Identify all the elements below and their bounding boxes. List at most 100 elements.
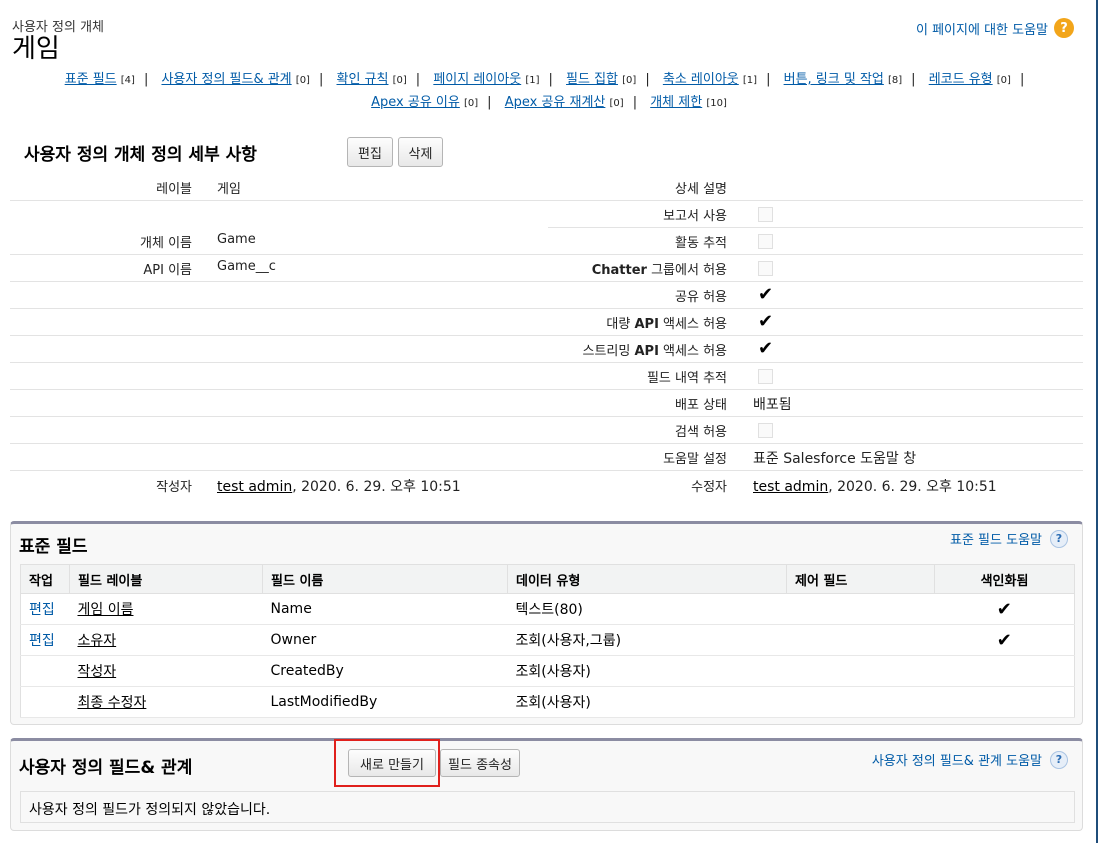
page-title: 게임 — [12, 34, 60, 64]
custom-fields-title: 사용자 정의 필드& 관계 — [19, 758, 193, 778]
nav-separator: | — [318, 72, 324, 87]
field-name: CreatedBy — [262, 655, 508, 687]
edit-link[interactable]: 편집 — [29, 633, 55, 649]
chatter-bold: Chatter — [591, 263, 647, 278]
nav-standard-fields[interactable]: 표준 필드 — [65, 72, 117, 87]
table-row: 작성자 CreatedBy 조회(사용자) — [20, 655, 1075, 687]
nav-separator: | — [911, 72, 916, 87]
nav-validation-rules[interactable]: 확인 규칙 — [337, 72, 389, 87]
modified-by-value: test admin, 2020. 6. 29. 오후 10:51 — [753, 476, 997, 496]
nav-compact-layouts[interactable]: 축소 레이아웃 — [663, 72, 739, 87]
data-type: 조회(사용자) — [507, 686, 787, 718]
edit-button[interactable]: 편집 — [347, 137, 393, 167]
streaming-api-prefix: 스트리밍 — [582, 344, 635, 359]
field-history-label: 필드 내역 추적 — [646, 371, 727, 386]
allow-search-checkbox — [758, 423, 773, 438]
api-name-value: Game__c — [217, 259, 276, 274]
nav-separator: | — [632, 95, 638, 110]
question-circle-icon: ? — [1054, 18, 1074, 38]
allow-search-label: 검색 허용 — [675, 425, 727, 440]
nav-apex-sharing-recalc[interactable]: Apex 공유 재계산 — [505, 95, 606, 110]
row-divider — [10, 443, 1083, 444]
field-history-checkbox — [758, 369, 773, 384]
action-cell — [20, 655, 70, 687]
object-name-value: Game — [217, 232, 256, 247]
row-divider — [10, 200, 1083, 201]
nav-separator: | — [766, 72, 771, 87]
edit-link[interactable]: 편집 — [29, 602, 55, 618]
custom-fields-help-link[interactable]: 사용자 정의 필드& 관계 도움말 ? — [872, 750, 1068, 769]
question-circle-icon: ? — [1050, 750, 1068, 769]
detail-section-title: 사용자 정의 개체 정의 세부 사항 — [24, 145, 257, 165]
field-dependencies-button[interactable]: 필드 종속성 — [440, 749, 520, 777]
bulk-api-checkmark-icon: ✔ — [758, 311, 774, 332]
field-name: Name — [262, 593, 508, 625]
nav-count: [0] — [622, 75, 637, 86]
bulk-api-bold: API — [634, 317, 659, 332]
table-row: 최종 수정자 LastModifiedBy 조회(사용자) — [20, 686, 1075, 718]
nav-count: [0] — [295, 75, 310, 86]
nav-separator: | — [143, 72, 149, 87]
nav-custom-fields[interactable]: 사용자 정의 필드& 관계 — [161, 72, 291, 87]
data-type: 조회(사용자) — [507, 655, 787, 687]
created-by-value: test admin, 2020. 6. 29. 오후 10:51 — [217, 476, 461, 496]
page-help-link[interactable]: 이 페이지에 대한 도움말 ? — [916, 18, 1074, 38]
row-divider — [548, 227, 1083, 228]
chatter-suffix: 그룹에서 허용 — [646, 263, 727, 278]
row-divider — [10, 335, 1083, 336]
nav-apex-sharing-reasons[interactable]: Apex 공유 이유 — [371, 95, 460, 110]
data-type: 텍스트(80) — [507, 593, 787, 625]
field-label-link[interactable]: 최종 수정자 — [78, 695, 147, 711]
row-divider — [10, 389, 1083, 390]
allow-reports-checkbox — [758, 207, 773, 222]
nav-count: [1] — [525, 75, 540, 86]
field-name: LastModifiedBy — [262, 686, 508, 718]
nav-row-2: Apex 공유 이유 [0] | Apex 공유 재계산 [0] | 개체 제한 [… — [0, 92, 1098, 115]
custom-fields-help-label: 사용자 정의 필드& 관계 도움말 — [871, 754, 1042, 769]
nav-count: [1] — [742, 75, 758, 86]
standard-fields-title: 표준 필드 — [19, 537, 88, 557]
indexed-cell — [934, 655, 1075, 687]
nav-count: [4] — [120, 75, 135, 86]
field-label-link[interactable]: 작성자 — [78, 664, 117, 680]
related-list-nav: 표준 필드 [4] | 사용자 정의 필드& 관계 [0] | 확인 규칙 [0] |… — [0, 69, 1098, 115]
data-type: 조회(사용자,그룹) — [507, 624, 787, 656]
custom-fields-panel: 사용자 정의 필드& 관계 새로 만들기 필드 종속성 사용자 정의 필드& 관… — [10, 738, 1083, 831]
bulk-api-prefix: 대량 — [606, 317, 635, 332]
description-label: 상세 설명 — [675, 182, 727, 197]
nav-object-limits[interactable]: 개체 제한 — [650, 95, 702, 110]
nav-count: [10] — [706, 98, 727, 109]
streaming-api-checkmark-icon: ✔ — [758, 338, 774, 359]
deploy-status-value: 배포됨 — [753, 397, 792, 413]
col-action: 작업 — [20, 564, 70, 594]
delete-button[interactable]: 삭제 — [398, 137, 443, 167]
field-label-link[interactable]: 소유자 — [78, 633, 117, 649]
allow-sharing-checkmark-icon: ✔ — [758, 284, 774, 305]
nav-separator: | — [645, 72, 650, 87]
standard-fields-help-label: 표준 필드 도움말 — [950, 533, 1042, 548]
deploy-status-label: 배포 상태 — [675, 398, 727, 413]
col-field-label: 필드 레이블 — [69, 564, 263, 594]
table-row: 편집 게임 이름 Name 텍스트(80) ✔ — [20, 593, 1075, 625]
nav-count: [0] — [463, 98, 479, 109]
nav-buttons-links-actions[interactable]: 버튼, 링크 및 작업 — [784, 72, 884, 87]
col-field-name: 필드 이름 — [262, 564, 508, 594]
modified-by-user-link[interactable]: test admin — [753, 479, 828, 495]
nav-record-types[interactable]: 레코드 유형 — [929, 72, 993, 87]
highlight-box — [334, 739, 440, 787]
control-field — [786, 593, 935, 625]
control-field — [786, 655, 935, 687]
nav-separator: | — [487, 95, 492, 110]
row-divider — [10, 362, 1083, 363]
created-by-date: , 2020. 6. 29. 오후 10:51 — [292, 479, 461, 495]
nav-page-layouts[interactable]: 페이지 레이아웃 — [433, 72, 521, 87]
field-label-link[interactable]: 게임 이름 — [78, 602, 134, 618]
track-activities-checkbox — [758, 234, 773, 249]
nav-count: [8] — [888, 75, 903, 86]
nav-count: [0] — [392, 75, 407, 86]
nav-separator: | — [415, 72, 421, 87]
col-indexed: 색인화됨 — [934, 564, 1075, 594]
created-by-user-link[interactable]: test admin — [217, 479, 292, 495]
nav-field-sets[interactable]: 필드 집합 — [566, 72, 618, 87]
standard-fields-help-link[interactable]: 표준 필드 도움말 ? — [950, 529, 1068, 548]
